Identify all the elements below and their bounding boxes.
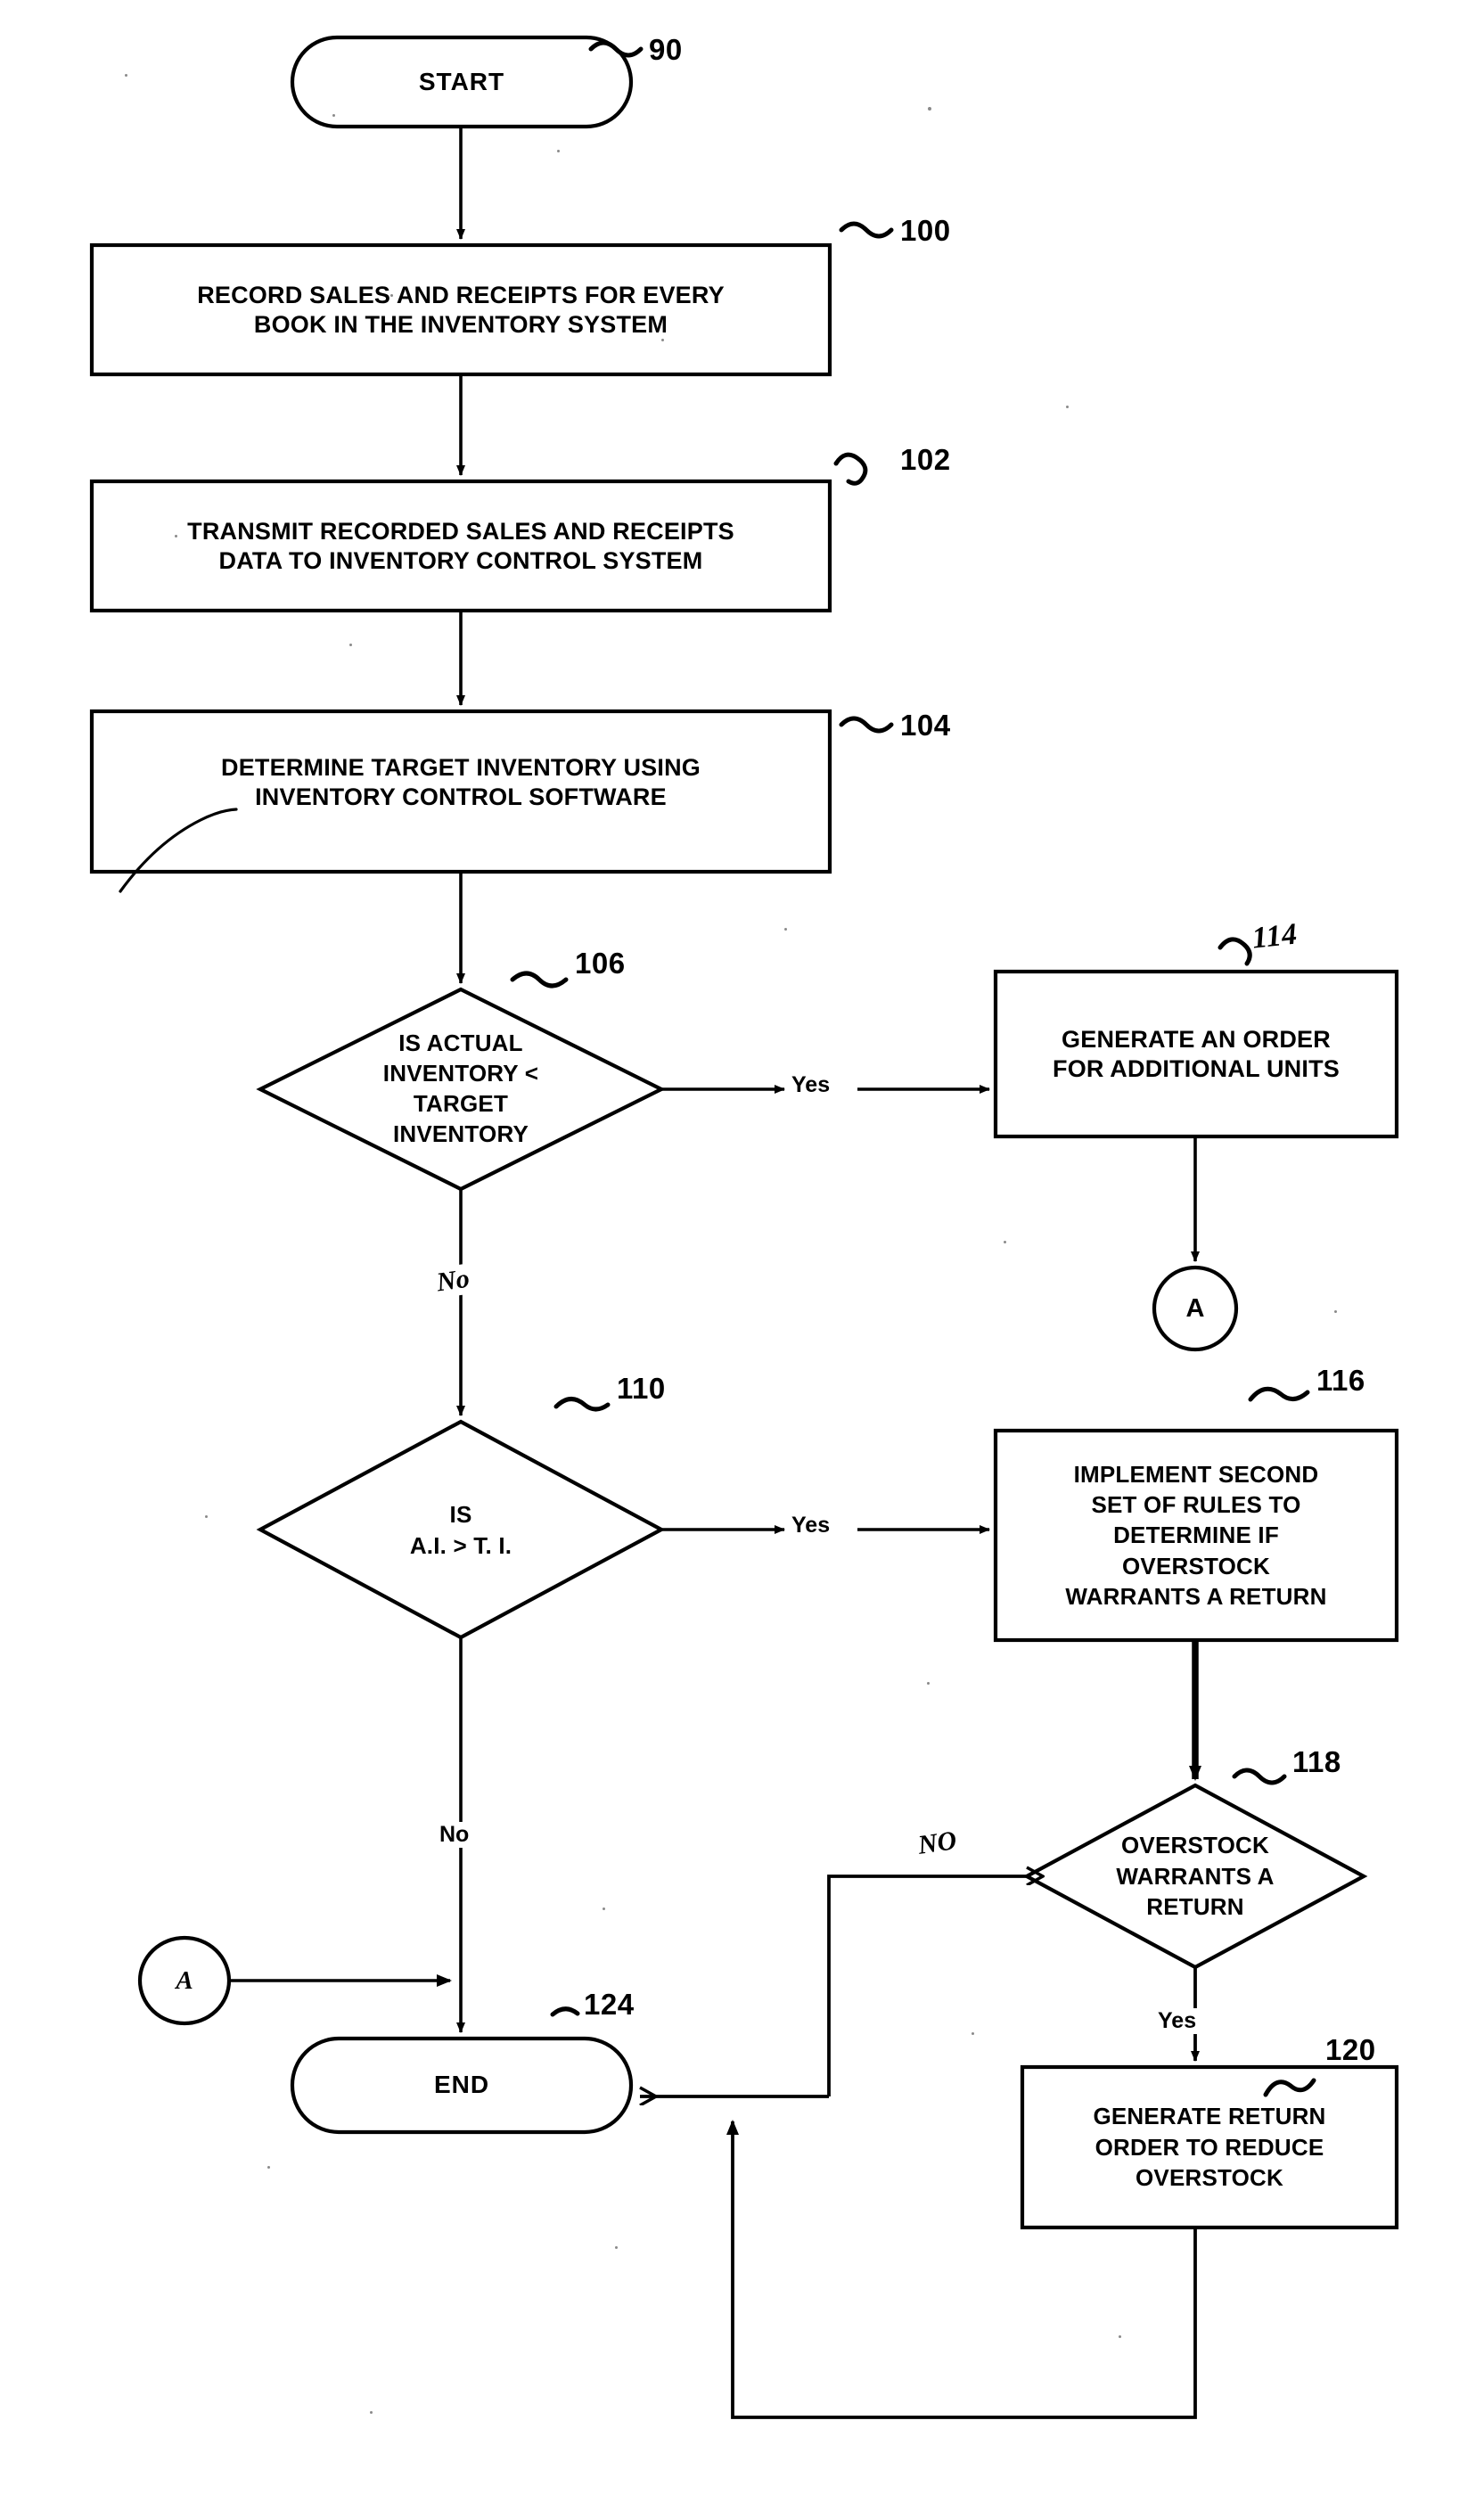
leader-generate-return	[1263, 2078, 1316, 2097]
scan-speck	[267, 2166, 270, 2169]
shape-decision-ai-ti	[256, 1419, 666, 1640]
ref-100: 100	[900, 214, 951, 247]
ref-124: 124	[584, 1988, 635, 2021]
ref-102: 102	[900, 443, 951, 476]
scan-speck	[1066, 406, 1069, 408]
ref-118: 118	[1292, 1745, 1341, 1778]
scan-speck	[972, 2032, 974, 2035]
shape-implement-rules	[993, 1428, 1399, 1643]
edge-label-ai-ti-yes: Yes	[789, 1513, 833, 1538]
leader-decision-overstock	[1232, 1768, 1287, 1785]
edge-label-actual-yes: Yes	[789, 1072, 833, 1098]
scan-speck	[1119, 2335, 1121, 2338]
leader-determine	[839, 716, 894, 734]
scan-speck	[927, 1682, 930, 1685]
edge-label-actual-no: No	[431, 1263, 474, 1299]
scan-speck	[603, 1907, 605, 1910]
connector-a-top-label: A	[1185, 1293, 1205, 1323]
leader-generate-order	[1218, 937, 1252, 966]
scan-speck	[349, 644, 352, 646]
leader-transmit	[833, 452, 868, 486]
shape-determine	[89, 709, 832, 874]
scan-speck	[1004, 1241, 1006, 1243]
ref-114: 114	[1250, 917, 1300, 956]
shape-transmit	[89, 479, 832, 613]
scan-speck	[784, 928, 787, 931]
edge-label-overstock-no: NO	[913, 1825, 962, 1862]
ref-106: 106	[575, 947, 626, 980]
scan-speck	[661, 339, 664, 341]
leader-record	[839, 221, 894, 239]
leader-end	[550, 2006, 580, 2017]
scan-speck	[332, 114, 335, 117]
scan-speck	[557, 150, 560, 152]
shape-generate-return	[1020, 2064, 1399, 2230]
ref-116: 116	[1316, 1364, 1365, 1397]
flowchart-page: START RECORD SALES AND RECEIPTS FOR EVER…	[0, 0, 1484, 2494]
leader-decision-ai-ti	[553, 1397, 611, 1412]
scan-speck	[205, 1515, 208, 1518]
scan-speck	[370, 2411, 373, 2414]
connector-a-bottom-label: A	[176, 1965, 193, 1995]
edge-decision-overstock-no	[827, 1876, 1027, 2096]
shape-end	[290, 2036, 634, 2135]
leader-connector-116	[1248, 1386, 1310, 1402]
shape-generate-order	[993, 969, 1399, 1139]
ref-104: 104	[900, 709, 951, 742]
ref-110: 110	[617, 1372, 666, 1405]
shape-record	[89, 242, 832, 377]
scan-speck	[615, 2246, 618, 2249]
edge-generate-return-loop	[726, 2120, 1197, 2419]
scan-speck	[928, 107, 931, 111]
scan-speck	[390, 294, 393, 297]
scan-speck	[175, 535, 177, 537]
scan-speck	[125, 74, 127, 77]
stray-pencil-mark	[119, 808, 238, 893]
shape-decision-actual	[256, 987, 666, 1192]
edge-label-ai-ti-no: No	[437, 1822, 472, 1848]
leader-decision-actual	[510, 971, 569, 989]
ref-90: 90	[649, 33, 683, 66]
shape-decision-overstock	[1022, 1783, 1368, 1970]
scan-speck	[1334, 1310, 1337, 1313]
shape-start	[290, 35, 634, 129]
edge-label-overstock-yes: Yes	[1155, 2008, 1200, 2034]
ref-120: 120	[1325, 2033, 1376, 2066]
leader-start	[588, 40, 644, 58]
flowchart-canvas	[89, 35, 1399, 2419]
